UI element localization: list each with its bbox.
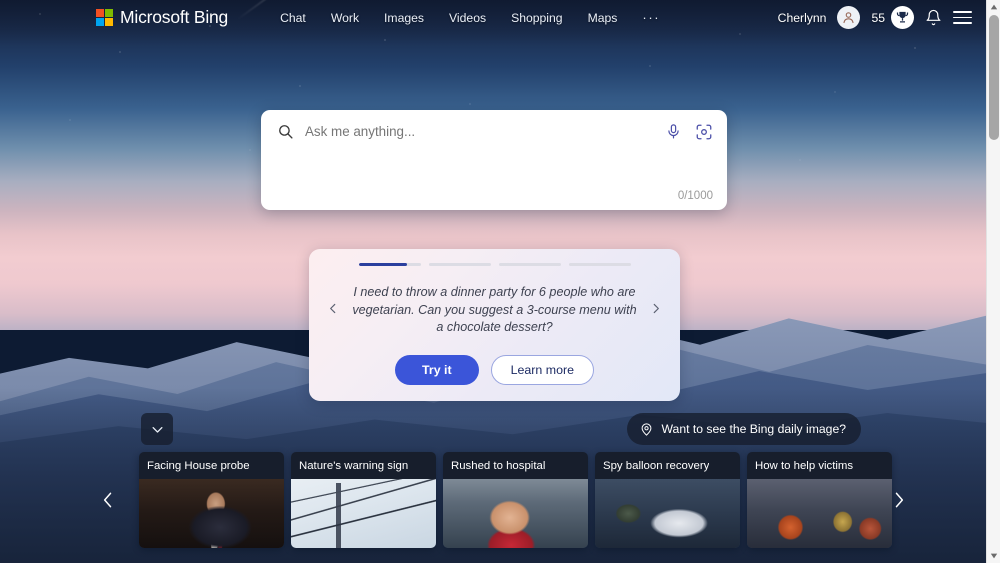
visual-search-camera-icon[interactable]	[695, 123, 713, 141]
nav-item-work[interactable]: Work	[331, 11, 359, 25]
trophy-icon	[891, 6, 914, 29]
daily-image-label: Want to see the Bing daily image?	[661, 422, 847, 436]
search-box[interactable]: 0/1000	[261, 110, 727, 210]
brand-name: Microsoft Bing	[120, 7, 229, 27]
scrollbar-thumb[interactable]	[989, 15, 999, 140]
location-pin-icon	[639, 422, 654, 437]
rewards-button[interactable]: 55	[871, 6, 914, 29]
news-card-header: Facing House probe	[139, 452, 284, 479]
vertical-scrollbar[interactable]	[986, 0, 1000, 563]
news-card-header: Nature's warning sign	[291, 452, 436, 479]
suggestion-carousel-card: I need to throw a dinner party for 6 peo…	[309, 249, 680, 401]
bing-logo-link[interactable]: Microsoft Bing	[96, 7, 228, 28]
hamburger-menu-icon[interactable]	[953, 11, 972, 24]
nav-item-maps[interactable]: Maps	[588, 11, 618, 25]
news-card-header: How to help victims	[747, 452, 892, 479]
suggestion-prev-button[interactable]	[323, 299, 343, 322]
top-navigation-bar: Microsoft Bing Chat Work Images Videos S…	[0, 0, 986, 35]
collapse-feed-button[interactable]	[141, 413, 173, 445]
rewards-count: 55	[871, 10, 885, 25]
news-card-title: Facing House probe	[147, 459, 250, 472]
suggestion-actions: Try it Learn more	[395, 355, 594, 385]
news-card-image	[139, 479, 284, 548]
news-card-image	[747, 479, 892, 548]
chevron-down-icon	[150, 422, 165, 437]
person-avatar-icon[interactable]	[837, 6, 861, 29]
bell-icon[interactable]	[925, 9, 942, 26]
nav-item-shopping[interactable]: Shopping	[511, 11, 563, 25]
news-card-image	[291, 479, 436, 548]
search-icon	[277, 123, 294, 140]
news-card-image	[595, 479, 740, 548]
suggestion-body: I need to throw a dinner party for 6 peo…	[309, 266, 680, 355]
news-card[interactable]: Rushed to hospital	[443, 452, 588, 548]
carousel-prev-button[interactable]	[98, 487, 118, 517]
news-card-header: Spy balloon recovery	[595, 452, 740, 479]
nav-item-images[interactable]: Images	[384, 11, 424, 25]
scroll-up-arrow-icon[interactable]	[987, 0, 1000, 14]
news-card[interactable]: Facing House probe	[139, 452, 284, 548]
scroll-down-arrow-icon[interactable]	[987, 549, 1000, 563]
news-card-image	[443, 479, 588, 548]
news-card[interactable]: How to help victims	[747, 452, 892, 548]
carousel-next-button[interactable]	[889, 487, 909, 517]
microsoft-logo-icon	[96, 9, 113, 26]
bing-daily-image-button[interactable]: Want to see the Bing daily image?	[626, 413, 861, 445]
search-tools	[665, 123, 713, 141]
news-card[interactable]: Nature's warning sign	[291, 452, 436, 548]
news-card[interactable]: Spy balloon recovery	[595, 452, 740, 548]
news-card-title: Nature's warning sign	[299, 459, 409, 472]
search-row	[261, 110, 727, 141]
nav-more-button[interactable]: ···	[642, 10, 660, 25]
news-card-title: Spy balloon recovery	[603, 459, 710, 472]
news-card-title: How to help victims	[755, 459, 854, 472]
suggestion-prompt-text: I need to throw a dinner party for 6 peo…	[352, 285, 637, 335]
character-counter: 0/1000	[677, 190, 713, 202]
user-name: Cherlynn	[777, 10, 827, 25]
nav-item-videos[interactable]: Videos	[449, 11, 486, 25]
microphone-icon[interactable]	[665, 123, 682, 140]
nav-item-chat[interactable]: Chat	[280, 11, 306, 25]
news-card-title: Rushed to hospital	[451, 459, 546, 472]
header-actions: Cherlynn 55	[778, 6, 972, 29]
try-it-button[interactable]: Try it	[395, 355, 479, 385]
news-card-header: Rushed to hospital	[443, 452, 588, 479]
search-input[interactable]	[305, 122, 654, 141]
learn-more-button[interactable]: Learn more	[490, 355, 594, 385]
suggestion-next-button[interactable]	[646, 299, 666, 322]
news-card-carousel: Facing House probe Nature's warning sign…	[139, 452, 892, 548]
nav-links: Chat Work Images Videos Shopping Maps ··…	[280, 10, 660, 25]
